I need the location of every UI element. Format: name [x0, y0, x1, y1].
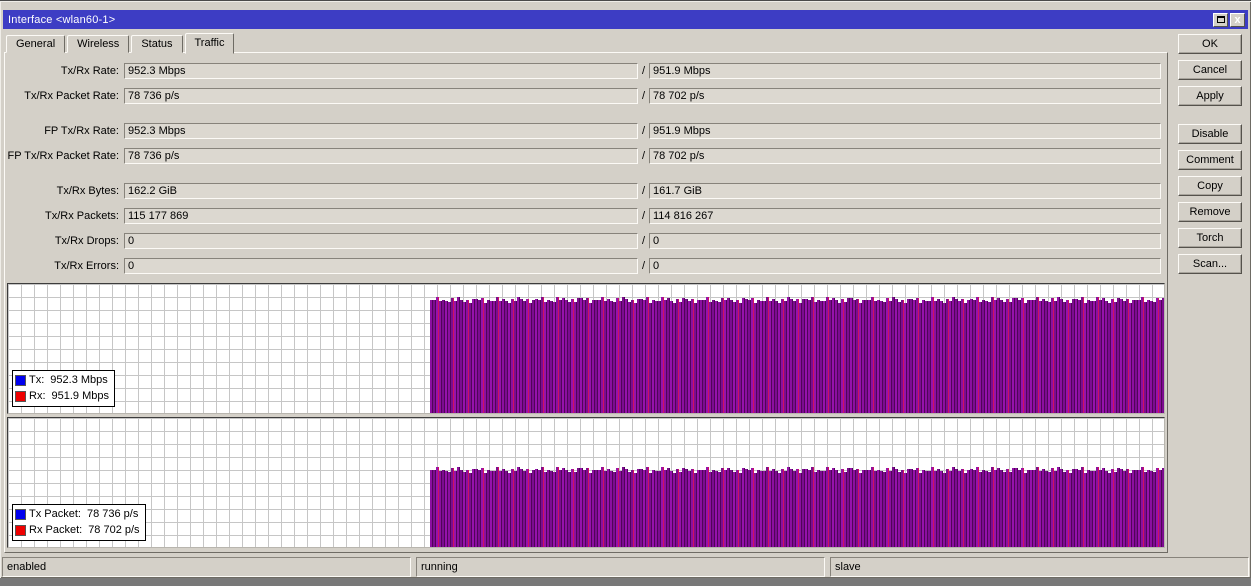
action-button-column: OK Cancel Apply Disable Comment Copy Rem…	[1178, 34, 1242, 280]
tab-status[interactable]: Status	[131, 35, 183, 53]
window-title: Interface <wlan60-1>	[8, 13, 116, 26]
interface-dialog-window: Interface <wlan60-1> x General Wireless …	[0, 0, 1251, 578]
ok-button[interactable]: OK	[1178, 34, 1242, 54]
field-separator: /	[641, 149, 646, 162]
legend-row-rx-packet: Rx Packet: 78 702 p/s	[15, 522, 140, 538]
disable-button[interactable]: Disable	[1178, 124, 1242, 144]
tx-packet-legend-label: Tx Packet:	[29, 508, 81, 520]
field-separator: /	[641, 184, 646, 197]
close-window-icon[interactable]: x	[1230, 12, 1245, 27]
rx-errors-field[interactable]: 0	[649, 257, 1161, 274]
rx-packet-legend-value: 78 702 p/s	[88, 524, 140, 536]
close-glyph-icon: x	[1234, 13, 1241, 26]
rx-bytes-field[interactable]: 161.7 GiB	[649, 182, 1161, 199]
tx-legend-label: Tx:	[29, 374, 45, 386]
tx-errors-field[interactable]: 0	[124, 257, 638, 274]
legend-row-tx: Tx: 952.3 Mbps	[15, 372, 109, 388]
rx-packets-field[interactable]: 114 816 267	[649, 207, 1161, 224]
group-gap	[5, 113, 1167, 123]
field-separator: /	[641, 89, 646, 102]
txrx-bytes-label: Tx/Rx Bytes:	[56, 184, 119, 197]
traffic-rate-graph: Tx: 952.3 Mbps Rx: 951.9 Mbps	[7, 283, 1165, 414]
field-separator: /	[641, 64, 646, 77]
fp-txrx-rate-row: FP Tx/Rx Rate: 952.3 Mbps / 951.9 Mbps	[5, 122, 1167, 139]
txrx-rate-row: Tx/Rx Rate: 952.3 Mbps / 951.9 Mbps	[5, 62, 1167, 79]
copy-button[interactable]: Copy	[1178, 176, 1242, 196]
fp-tx-packet-rate-field[interactable]: 78 736 p/s	[124, 147, 638, 164]
field-separator: /	[641, 259, 646, 272]
legend-row-tx-packet: Tx Packet: 78 736 p/s	[15, 506, 140, 522]
tx-packets-field[interactable]: 115 177 869	[124, 207, 638, 224]
tx-packet-legend-value: 78 736 p/s	[86, 508, 139, 520]
fp-txrx-rate-label: FP Tx/Rx Rate:	[44, 124, 119, 137]
rx-drops-field[interactable]: 0	[649, 232, 1161, 249]
traffic-stats-form: Tx/Rx Rate: 952.3 Mbps / 951.9 Mbps Tx/R…	[5, 53, 1167, 274]
apply-button[interactable]: Apply	[1178, 86, 1242, 106]
fp-txrx-packet-rate-label: FP Tx/Rx Packet Rate:	[7, 149, 119, 162]
txrx-bytes-row: Tx/Rx Bytes: 162.2 GiB / 161.7 GiB	[5, 182, 1167, 199]
packet-rate-legend: Tx Packet: 78 736 p/s Rx Packet: 78 702 …	[12, 504, 146, 541]
cancel-button[interactable]: Cancel	[1178, 60, 1242, 80]
traffic-sample-bar	[1161, 298, 1164, 413]
txrx-errors-row: Tx/Rx Errors: 0 / 0	[5, 257, 1167, 274]
txrx-packets-row: Tx/Rx Packets: 115 177 869 / 114 816 267	[5, 207, 1167, 224]
txrx-rate-label: Tx/Rx Rate:	[60, 64, 119, 77]
tx-packet-color-swatch-icon	[15, 508, 26, 520]
scan-button[interactable]: Scan...	[1178, 254, 1242, 274]
fp-rx-packet-rate-field[interactable]: 78 702 p/s	[649, 147, 1161, 164]
tab-traffic[interactable]: Traffic	[184, 33, 235, 54]
rx-packet-legend-label: Rx Packet:	[29, 524, 83, 536]
torch-button[interactable]: Torch	[1178, 228, 1242, 248]
fp-rx-rate-field[interactable]: 951.9 Mbps	[649, 122, 1161, 139]
tx-bytes-field[interactable]: 162.2 GiB	[124, 182, 638, 199]
packet-rate-graph: Tx Packet: 78 736 p/s Rx Packet: 78 702 …	[7, 417, 1165, 548]
rx-color-swatch-icon	[15, 390, 26, 402]
rx-packet-color-swatch-icon	[15, 524, 26, 536]
tx-legend-value: 952.3 Mbps	[50, 374, 108, 386]
remove-button[interactable]: Remove	[1178, 202, 1242, 222]
status-bar: enabled running slave	[2, 557, 1249, 577]
restore-glyph-icon	[1216, 16, 1225, 23]
group-gap	[5, 173, 1167, 183]
rx-packet-rate-field[interactable]: 78 702 p/s	[649, 87, 1161, 104]
tab-bar: General Wireless Status Traffic	[6, 32, 236, 54]
field-separator: /	[641, 124, 646, 137]
txrx-packet-rate-row: Tx/Rx Packet Rate: 78 736 p/s / 78 702 p…	[5, 87, 1167, 104]
traffic-tab-page: Tx/Rx Rate: 952.3 Mbps / 951.9 Mbps Tx/R…	[4, 52, 1168, 553]
comment-button[interactable]: Comment	[1178, 150, 1242, 170]
traffic-rate-bars	[429, 284, 1164, 413]
tx-packet-rate-field[interactable]: 78 736 p/s	[124, 87, 638, 104]
titlebar[interactable]: Interface <wlan60-1> x	[3, 10, 1248, 29]
status-running: running	[416, 557, 825, 577]
txrx-drops-row: Tx/Rx Drops: 0 / 0	[5, 232, 1167, 249]
legend-row-rx: Rx: 951.9 Mbps	[15, 388, 109, 404]
txrx-errors-label: Tx/Rx Errors:	[54, 259, 119, 272]
packet-rate-bars	[429, 418, 1164, 547]
button-group-gap	[1178, 112, 1242, 124]
field-separator: /	[641, 234, 646, 247]
txrx-drops-label: Tx/Rx Drops:	[54, 234, 119, 247]
txrx-packet-rate-label: Tx/Rx Packet Rate:	[24, 89, 119, 102]
restore-window-icon[interactable]	[1213, 12, 1228, 27]
traffic-rate-legend: Tx: 952.3 Mbps Rx: 951.9 Mbps	[12, 370, 115, 407]
tx-color-swatch-icon	[15, 374, 26, 386]
tx-drops-field[interactable]: 0	[124, 232, 638, 249]
tx-rate-field[interactable]: 952.3 Mbps	[124, 62, 638, 79]
rx-legend-label: Rx:	[29, 390, 46, 402]
txrx-packets-label: Tx/Rx Packets:	[45, 209, 119, 222]
tab-general[interactable]: General	[6, 35, 66, 53]
field-separator: /	[641, 209, 646, 222]
fp-txrx-packet-rate-row: FP Tx/Rx Packet Rate: 78 736 p/s / 78 70…	[5, 147, 1167, 164]
status-slave: slave	[830, 557, 1249, 577]
fp-tx-rate-field[interactable]: 952.3 Mbps	[124, 122, 638, 139]
status-enabled: enabled	[2, 557, 411, 577]
rx-rate-field[interactable]: 951.9 Mbps	[649, 62, 1161, 79]
rx-legend-value: 951.9 Mbps	[51, 390, 109, 402]
tab-wireless[interactable]: Wireless	[67, 35, 130, 53]
traffic-sample-bar	[1161, 468, 1164, 547]
